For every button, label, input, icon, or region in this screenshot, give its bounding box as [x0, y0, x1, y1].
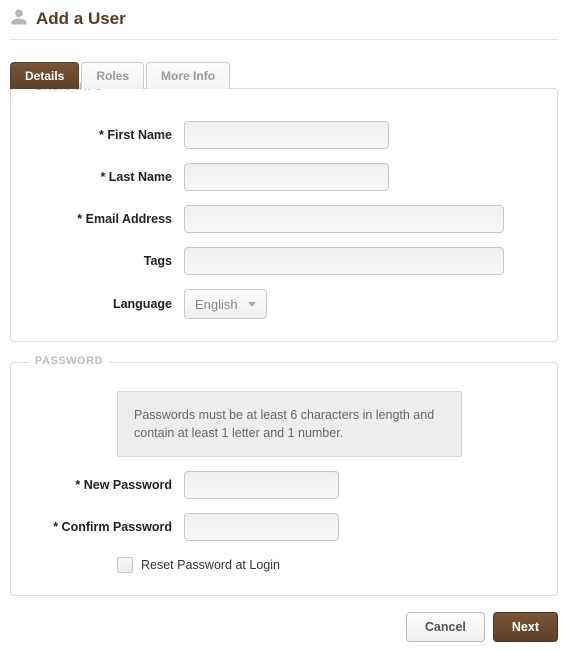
user-icon	[10, 8, 36, 29]
reset-password-label: Reset Password at Login	[141, 558, 280, 572]
confirm-password-label: * Confirm Password	[29, 520, 184, 534]
last-name-label: * Last Name	[29, 170, 184, 184]
email-label: * Email Address	[29, 212, 184, 226]
tab-details[interactable]: Details	[10, 62, 79, 89]
reset-password-checkbox[interactable]	[117, 557, 133, 573]
page-title: Add a User	[36, 9, 126, 29]
password-legend: PASSWORD	[29, 355, 109, 367]
chevron-down-icon	[248, 302, 256, 307]
language-label: Language	[29, 297, 184, 311]
page-header: Add a User	[10, 0, 558, 40]
next-button[interactable]: Next	[493, 612, 558, 642]
language-select-value: English	[195, 297, 238, 312]
new-password-label: * New Password	[29, 478, 184, 492]
language-select[interactable]: English	[184, 289, 267, 319]
tab-roles[interactable]: Roles	[81, 62, 144, 89]
tabs: Details Roles More Info	[10, 62, 558, 89]
password-hint: Passwords must be at least 6 characters …	[117, 391, 462, 457]
first-name-input[interactable]	[184, 121, 389, 149]
tags-input[interactable]	[184, 247, 504, 275]
tags-label: Tags	[29, 254, 184, 268]
basic-info-fieldset: BASIC INFO * First Name * Last Name * Em…	[10, 88, 558, 342]
last-name-input[interactable]	[184, 163, 389, 191]
email-input[interactable]	[184, 205, 504, 233]
footer-actions: Cancel Next	[10, 612, 558, 642]
new-password-input[interactable]	[184, 471, 339, 499]
confirm-password-input[interactable]	[184, 513, 339, 541]
tab-more-info[interactable]: More Info	[146, 62, 230, 89]
cancel-button[interactable]: Cancel	[406, 612, 485, 642]
password-fieldset: PASSWORD Passwords must be at least 6 ch…	[10, 362, 558, 596]
first-name-label: * First Name	[29, 128, 184, 142]
